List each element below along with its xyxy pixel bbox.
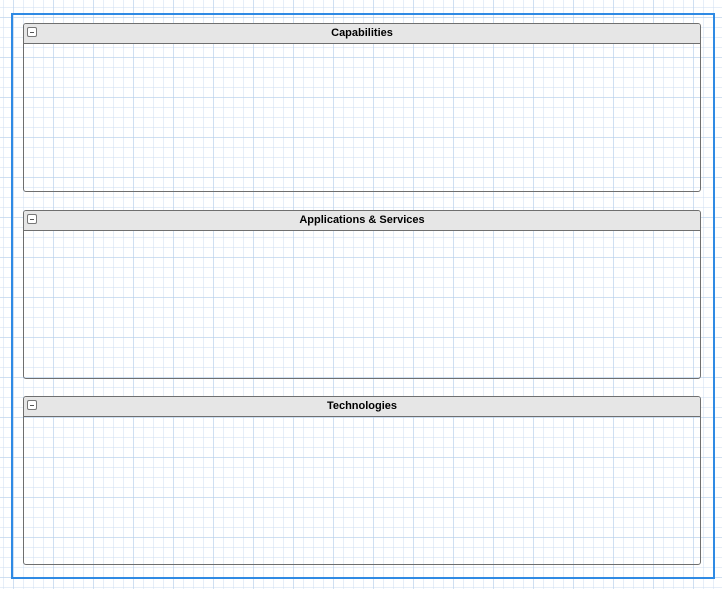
selection-outline	[11, 13, 715, 579]
diagram-canvas[interactable]: Capabilities Applications & Services Tec…	[0, 0, 722, 589]
